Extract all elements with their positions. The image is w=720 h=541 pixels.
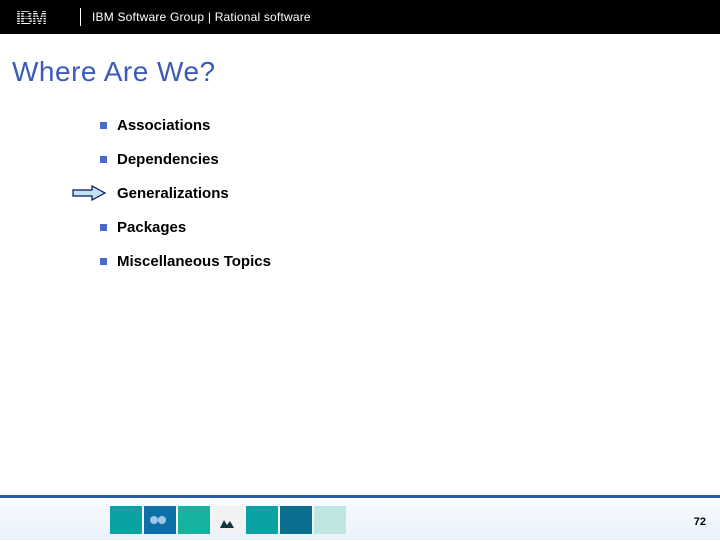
ibm-logo: IBM	[16, 8, 70, 28]
square-bullet-icon	[100, 156, 107, 163]
footer-art	[110, 504, 350, 536]
list-item: Dependencies	[100, 142, 660, 176]
footer-bar: 72	[0, 498, 720, 540]
list-item: Packages	[100, 210, 660, 244]
topic-list: Associations Dependencies Generalization…	[100, 108, 660, 278]
svg-text:IBM: IBM	[16, 8, 46, 28]
header-divider	[80, 8, 81, 26]
square-bullet-icon	[100, 224, 107, 231]
square-bullet-icon	[100, 122, 107, 129]
list-item-label: Associations	[117, 117, 210, 134]
arrow-right-icon	[72, 185, 106, 201]
list-item: Miscellaneous Topics	[100, 244, 660, 278]
list-item-label: Generalizations	[117, 185, 229, 202]
list-item-label: Miscellaneous Topics	[117, 253, 271, 270]
list-item: Associations	[100, 108, 660, 142]
header-text: IBM Software Group | Rational software	[92, 10, 311, 24]
page-title: Where Are We?	[12, 56, 216, 88]
square-bullet-icon	[100, 258, 107, 265]
header-bar: IBM IBM Software Group | Rational softwa…	[0, 0, 720, 34]
list-item-current: Generalizations	[100, 176, 660, 210]
list-item-label: Packages	[117, 219, 186, 236]
list-item-label: Dependencies	[117, 151, 219, 168]
page-number: 72	[694, 516, 706, 528]
